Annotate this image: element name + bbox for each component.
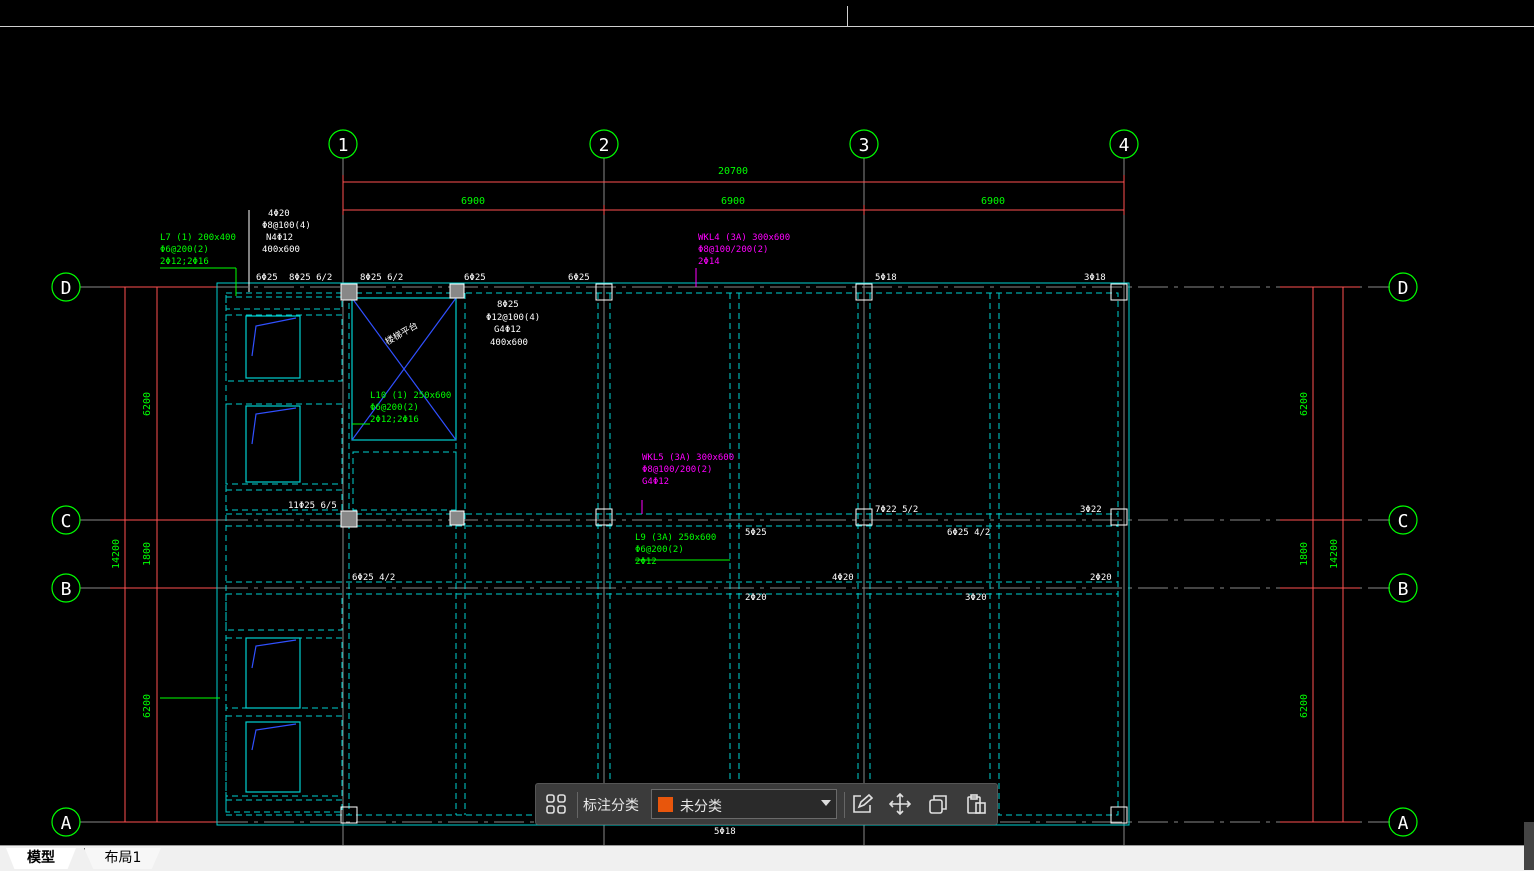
axis-label-2: 2: [599, 135, 610, 156]
dim-left-outer: 14200: [111, 539, 122, 569]
chevron-down-icon: [821, 800, 831, 806]
category-color-swatch: [658, 797, 673, 812]
annot-white-25: 3Φ20: [965, 593, 987, 603]
axis-lines: [80, 158, 1390, 845]
dim-span-1: 6900: [461, 196, 485, 207]
dim-left-inner-2: 1800: [142, 542, 153, 566]
cad-drawing-canvas[interactable]: 1 2 3 4 D C B A D C B A 20700 6900 6900 …: [0, 0, 1534, 845]
axis-label-b-left: B: [61, 579, 72, 600]
dim-span-2: 6900: [721, 196, 745, 207]
annot-green-9: 2Φ12: [635, 557, 657, 567]
annot-white-1: 4Φ20: [268, 209, 290, 219]
annot-green-1: L7 (1) 200x400: [160, 233, 236, 243]
annot-magenta-5: Φ8@100/200(2): [642, 465, 712, 475]
scrollbar-edge[interactable]: [1524, 822, 1534, 870]
annot-white-19: 6Φ25 4/2: [352, 573, 395, 583]
side-dimension-lines: [110, 286, 1360, 823]
axis-label-1: 1: [338, 135, 349, 156]
toolbar-separator: [577, 792, 578, 818]
tab-model[interactable]: 模型: [6, 848, 76, 869]
annot-white-9: 6Φ25: [568, 273, 590, 283]
axis-label-d-left: D: [61, 278, 72, 299]
annot-white-20: 2Φ20: [1090, 573, 1112, 583]
annot-white-18: 6Φ25 4/2: [947, 528, 990, 538]
annot-white-24: 2Φ20: [745, 593, 767, 603]
annot-white-8: 6Φ25: [464, 273, 486, 283]
grid-icon[interactable]: [542, 790, 570, 818]
annot-white-17: 7Φ22 5/2: [875, 505, 918, 515]
annot-white-21: 4Φ20: [832, 573, 854, 583]
annot-green-6: 2Φ12;2Φ16: [370, 415, 419, 425]
move-icon[interactable]: [886, 790, 914, 818]
annot-magenta-1: WKL4 (3A) 300x600: [698, 233, 790, 243]
annot-magenta-3: 2Φ14: [698, 257, 720, 267]
annot-magenta-6: G4Φ12: [642, 477, 669, 487]
annot-magenta-2: Φ8@100/200(2): [698, 245, 768, 255]
axis-label-a-right: A: [1398, 813, 1409, 834]
annot-magenta-4: WKL5 (3A) 300x600: [642, 453, 734, 463]
annot-white-7: 8Φ25 6/2: [360, 273, 403, 283]
annotation-category-label: 标注分类: [583, 798, 639, 814]
dim-overall: 20700: [718, 166, 748, 177]
axis-label-c-left: C: [61, 511, 72, 532]
axis-label-c-right: C: [1398, 511, 1409, 532]
axis-label-d-right: D: [1398, 278, 1409, 299]
annot-white-12: 8Φ25: [497, 300, 519, 310]
layout-tabs-bar: 模型 布局1: [0, 845, 1534, 871]
dim-right-inner-3: 6200: [1299, 694, 1310, 718]
top-dimension-lines: [342, 175, 1125, 215]
dim-right-inner-2: 1800: [1299, 542, 1310, 566]
annot-white-15: 400x600: [490, 338, 528, 348]
annot-green-4: L10 (1) 250x600: [370, 391, 451, 401]
annot-white-11: 3Φ18: [1084, 273, 1106, 283]
dim-left-inner-1: 6200: [142, 392, 153, 416]
dim-span-3: 6900: [981, 196, 1005, 207]
stair-label: 楼梯平台: [383, 319, 420, 347]
annot-white-10: 5Φ18: [875, 273, 897, 283]
annot-green-3: 2Φ12;2Φ16: [160, 257, 209, 267]
annot-white-13: Φ12@100(4): [486, 313, 540, 323]
annot-white-6: 8Φ25 6/2: [289, 273, 332, 283]
dim-right-inner-1: 6200: [1299, 392, 1310, 416]
sub-beam-boxes: [245, 315, 301, 793]
axis-label-a-left: A: [61, 813, 72, 834]
annot-white-4: 400x600: [262, 245, 300, 255]
annot-white-2: Φ8@100(4): [262, 221, 311, 231]
axis-label-b-right: B: [1398, 579, 1409, 600]
tab-layout-1[interactable]: 布局1: [84, 848, 161, 869]
annot-white-23: 5Φ25: [745, 528, 767, 538]
annot-white-5: 6Φ25: [256, 273, 278, 283]
columns: [340, 283, 1128, 824]
annot-white-16: 11Φ25 6/5: [288, 501, 337, 511]
axis-label-3: 3: [859, 135, 870, 156]
annot-green-5: Φ6@200(2): [370, 403, 419, 413]
annot-white-14: G4Φ12: [494, 325, 521, 335]
category-selected-text: 未分类: [680, 799, 722, 815]
annot-green-8: Φ6@200(2): [635, 545, 684, 555]
edit-icon[interactable]: [848, 790, 876, 818]
annot-green-7: L9 (3A) 250x600: [635, 533, 716, 543]
annot-white-26: 5Φ18: [714, 827, 736, 837]
axis-label-4: 4: [1119, 135, 1130, 156]
annot-green-2: Φ6@200(2): [160, 245, 209, 255]
annot-white-22: 3Φ22: [1080, 505, 1102, 515]
paste-icon[interactable]: [962, 790, 990, 818]
dim-right-outer: 14200: [1329, 539, 1340, 569]
copy-icon[interactable]: [924, 790, 952, 818]
dim-left-inner-3: 6200: [142, 694, 153, 718]
annotation-toolbar: 标注分类 未分类: [535, 783, 998, 825]
annotation-category-select[interactable]: 未分类: [651, 789, 837, 819]
annot-white-3: N4Φ12: [266, 233, 293, 243]
toolbar-separator: [844, 792, 845, 818]
